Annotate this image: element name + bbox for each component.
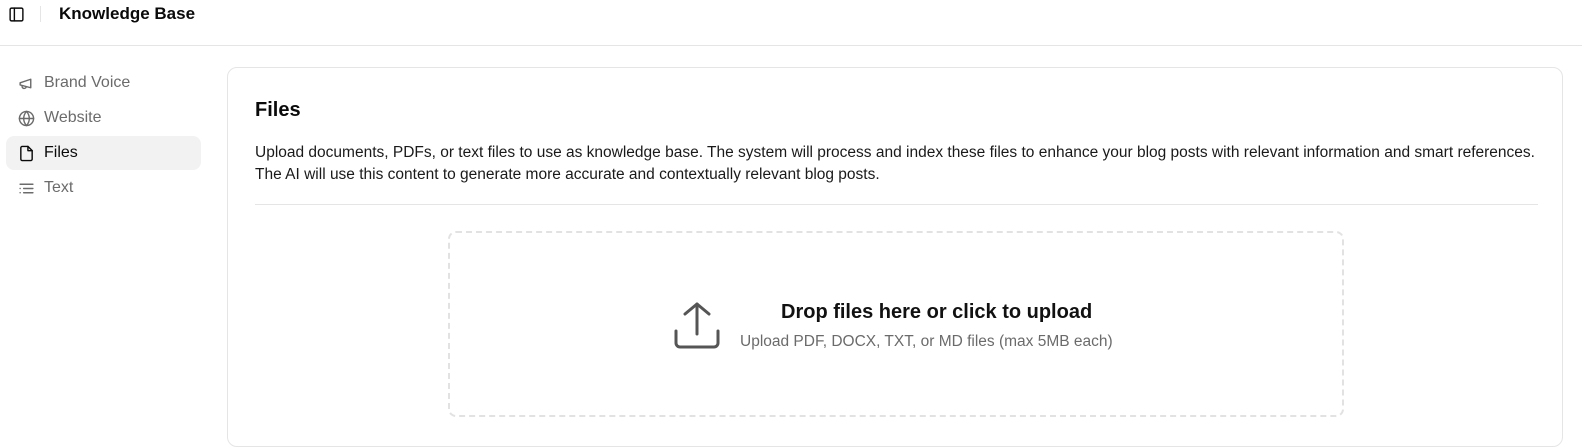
sidebar-item-website[interactable]: Website <box>6 101 201 135</box>
sidebar-item-label: Files <box>44 144 78 161</box>
sidebar-toggle-icon <box>8 6 24 22</box>
settings-sidebar: Brand Voice Website Files Text <box>6 66 201 206</box>
globe-icon <box>18 110 35 127</box>
sidebar-item-label: Brand Voice <box>44 74 131 91</box>
sidebar-item-brand-voice[interactable]: Brand Voice <box>6 66 201 100</box>
files-card: Files Upload documents, PDFs, or text fi… <box>227 67 1563 447</box>
file-dropzone[interactable]: Drop files here or click to upload Uploa… <box>448 231 1344 417</box>
sidebar-toggle-button[interactable] <box>7 5 25 23</box>
sidebar-item-label: Website <box>44 109 102 126</box>
top-bar: Knowledge Base <box>0 0 1582 46</box>
sidebar-item-label: Text <box>44 179 74 196</box>
section-description: Upload documents, PDFs, or text files to… <box>255 144 1535 183</box>
upload-icon <box>674 302 720 349</box>
file-icon <box>18 145 35 162</box>
text-icon <box>18 180 35 197</box>
megaphone-icon <box>18 75 35 92</box>
sidebar-item-files[interactable]: Files <box>6 136 201 170</box>
header-divider <box>40 6 41 22</box>
section-divider <box>255 204 1538 205</box>
section-title: Files <box>255 99 301 121</box>
dropzone-subtitle: Upload PDF, DOCX, TXT, or MD files (max … <box>740 333 1113 350</box>
sidebar-item-text[interactable]: Text <box>6 171 201 205</box>
page-title: Knowledge Base <box>59 4 196 23</box>
dropzone-title: Drop files here or click to upload <box>781 301 1093 323</box>
